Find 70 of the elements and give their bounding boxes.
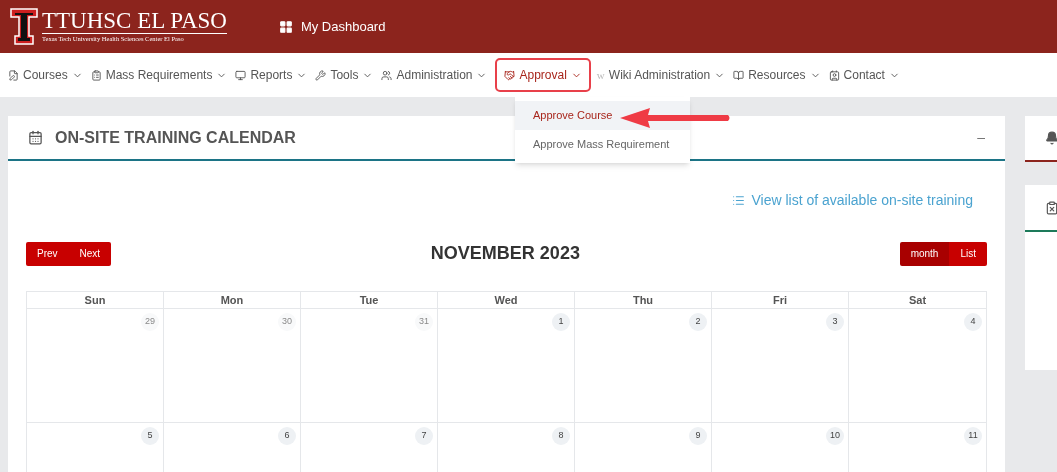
nav-menu-item[interactable]: Courses [8, 66, 83, 84]
prev-button[interactable]: Prev [26, 241, 69, 266]
nav-icon [504, 69, 516, 81]
nav-icon [733, 69, 745, 81]
day-number: 11 [964, 427, 982, 445]
nav-icon [828, 69, 840, 81]
day-cell[interactable]: 1 [438, 309, 575, 423]
bell-icon [1045, 131, 1057, 145]
day-number: 4 [964, 313, 982, 331]
day-number: 8 [552, 427, 570, 445]
nav-menu-item[interactable]: Administration [381, 66, 488, 84]
dropdown-item[interactable]: Approve Mass Requirement [515, 130, 690, 159]
day-number: 3 [826, 313, 844, 331]
calendar-icon [28, 130, 43, 145]
day-number: 31 [415, 313, 433, 331]
logo-title: TTUHSC EL PASO [42, 9, 227, 34]
dashboard-icon [278, 19, 293, 34]
weekday-header: Sun [27, 292, 164, 309]
weekday-header: Sat [849, 292, 986, 309]
day-number: 30 [278, 313, 296, 331]
dashboard-link[interactable]: My Dashboard [278, 16, 386, 37]
weekday-header: Wed [438, 292, 575, 309]
day-number: 1 [552, 313, 570, 331]
day-cell[interactable]: 30 [164, 309, 301, 423]
nav-menu-item[interactable]: w Wiki Administration [596, 66, 726, 84]
day-cell[interactable]: 5 [27, 423, 164, 472]
view-toggle[interactable]: month [899, 241, 950, 266]
day-number: 6 [278, 427, 296, 445]
day-cell[interactable]: 11 [849, 423, 986, 472]
nav-icon [381, 69, 393, 81]
next-button[interactable]: Next [68, 241, 112, 266]
weekday-header: Fri [712, 292, 849, 309]
view-toggle[interactable]: List [949, 241, 987, 266]
day-cell[interactable]: 9 [575, 423, 712, 472]
day-number: 29 [141, 313, 159, 331]
weekday-header: Tue [301, 292, 438, 309]
day-cell[interactable]: 10 [712, 423, 849, 472]
nav-icon [8, 69, 19, 81]
nav-menu-item[interactable]: Mass Requirements [90, 66, 228, 84]
list-icon [732, 194, 746, 207]
dropdown-item[interactable]: Approve Course [515, 101, 690, 130]
logo-icon [10, 7, 38, 46]
day-cell[interactable]: 3 [712, 309, 849, 423]
day-number: 7 [415, 427, 433, 445]
month-title: NOVEMBER 2023 [430, 242, 580, 265]
nav-menu-item[interactable]: Tools [315, 66, 374, 84]
day-cell[interactable]: 2 [575, 309, 712, 423]
nav-menu-item[interactable]: Resources [733, 66, 821, 84]
nav-menu-item[interactable]: Approval [497, 60, 589, 90]
day-number: 5 [141, 427, 159, 445]
nav-menu-item[interactable]: Contact [828, 66, 900, 84]
weekday-header: Mon [164, 292, 301, 309]
nav-icon [235, 69, 247, 81]
day-number: 9 [689, 427, 707, 445]
day-cell[interactable]: 4 [849, 309, 986, 423]
clipboard-icon [1045, 200, 1057, 215]
day-cell[interactable]: 31 [301, 309, 438, 423]
collapse-button[interactable]: – [977, 127, 985, 148]
nav-icon [90, 69, 102, 81]
nav-glyph: w [596, 67, 605, 83]
day-number: 10 [826, 427, 844, 445]
nav-icon [315, 69, 327, 81]
day-cell[interactable]: 8 [438, 423, 575, 472]
weekday-header: Thu [575, 292, 712, 309]
day-cell[interactable]: 7 [301, 423, 438, 472]
nav-menu-item[interactable]: Reports [235, 66, 308, 84]
day-cell[interactable]: 29 [27, 309, 164, 423]
day-number: 2 [689, 313, 707, 331]
card-title: ON-SITE TRAINING CALENDAR [55, 127, 296, 148]
day-cell[interactable]: 6 [164, 423, 301, 472]
